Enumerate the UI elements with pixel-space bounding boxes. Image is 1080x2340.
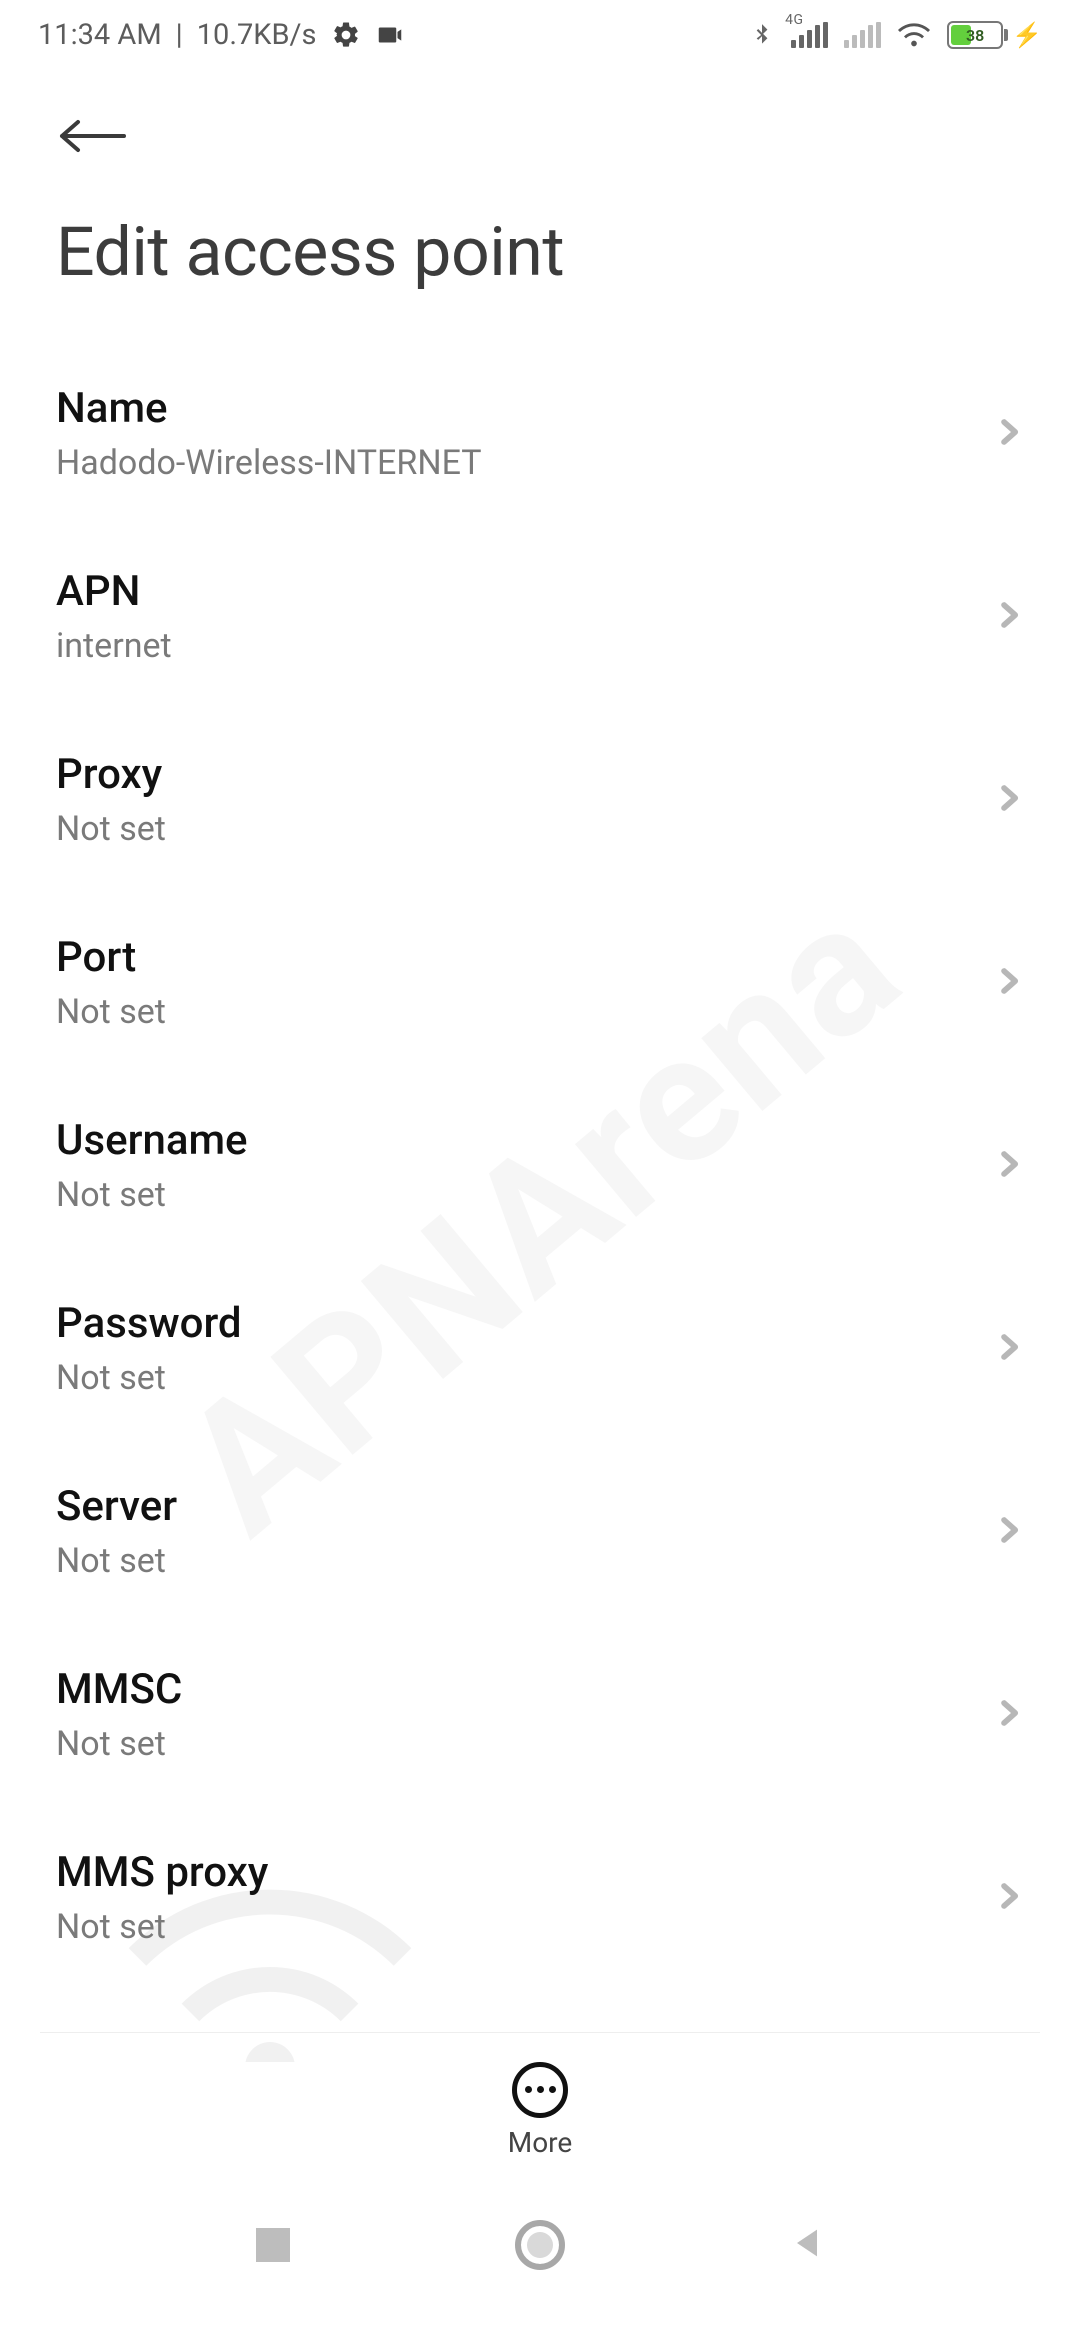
setting-value: Not set — [56, 1358, 242, 1398]
navigation-bar — [0, 2180, 1080, 2340]
setting-value: Not set — [56, 1541, 177, 1581]
chevron-right-icon — [994, 783, 1024, 817]
setting-value: Not set — [56, 1724, 182, 1764]
back-button[interactable] — [56, 112, 1024, 164]
network-label: 4G — [785, 12, 803, 28]
signal-nosim-icon — [844, 22, 881, 48]
chevron-right-icon — [994, 1332, 1024, 1366]
setting-label: Server — [56, 1482, 177, 1531]
back-nav-button[interactable] — [777, 2215, 837, 2275]
setting-value: Not set — [56, 1175, 248, 1215]
page-title: Edit access point — [0, 174, 1080, 322]
home-button[interactable] — [510, 2215, 570, 2275]
setting-row-password[interactable]: Password Not set — [0, 1257, 1080, 1440]
setting-value: internet — [56, 626, 172, 666]
top-bar — [0, 70, 1080, 174]
more-area: More — [0, 2040, 1080, 2180]
setting-row-server[interactable]: Server Not set — [0, 1440, 1080, 1623]
setting-value: Hadodo-Wireless-INTERNET — [56, 443, 482, 483]
setting-label: Name — [56, 384, 482, 433]
setting-row-mms-proxy[interactable]: MMS proxy Not set — [0, 1806, 1080, 1989]
status-left: 11:34 AM | 10.7KB/s — [38, 18, 405, 52]
status-right: 4G 38 ⚡ — [749, 18, 1042, 52]
setting-label: Proxy — [56, 750, 166, 799]
setting-row-port[interactable]: Port Not set — [0, 891, 1080, 1074]
chevron-right-icon — [994, 1881, 1024, 1915]
signal-4g-icon: 4G — [791, 22, 828, 48]
setting-row-apn[interactable]: APN internet — [0, 525, 1080, 708]
setting-label: APN — [56, 567, 172, 616]
recent-apps-button[interactable] — [243, 2215, 303, 2275]
chevron-right-icon — [994, 600, 1024, 634]
more-label: More — [508, 2126, 573, 2159]
setting-row-name[interactable]: Name Hadodo-Wireless-INTERNET — [0, 342, 1080, 525]
more-button[interactable] — [512, 2062, 568, 2118]
divider — [40, 2032, 1040, 2033]
setting-label: MMS proxy — [56, 1848, 268, 1897]
setting-value: Not set — [56, 1907, 268, 1947]
bluetooth-icon — [749, 22, 775, 48]
setting-row-username[interactable]: Username Not set — [0, 1074, 1080, 1257]
battery-percent: 38 — [949, 26, 1001, 45]
status-time: 11:34 AM — [38, 18, 162, 52]
chevron-right-icon — [994, 1515, 1024, 1549]
battery-icon: 38 ⚡ — [947, 21, 1042, 49]
status-bar: 11:34 AM | 10.7KB/s 4G 38 ⚡ — [0, 0, 1080, 70]
chevron-right-icon — [994, 1149, 1024, 1183]
chevron-right-icon — [994, 966, 1024, 1000]
setting-value: Not set — [56, 809, 166, 849]
setting-label: Username — [56, 1116, 248, 1165]
camera-icon — [375, 20, 405, 50]
gear-icon — [331, 20, 361, 50]
setting-label: MMSC — [56, 1665, 182, 1714]
charging-icon: ⚡ — [1012, 21, 1042, 49]
chevron-right-icon — [994, 1698, 1024, 1732]
status-speed: 10.7KB/s — [197, 18, 317, 52]
status-separator: | — [176, 18, 183, 52]
setting-row-mmsc[interactable]: MMSC Not set — [0, 1623, 1080, 1806]
wifi-icon — [897, 18, 931, 52]
setting-label: Password — [56, 1299, 242, 1348]
settings-list: APNArena Name Hadodo-Wireless-INTERNET A… — [0, 322, 1080, 2062]
setting-row-proxy[interactable]: Proxy Not set — [0, 708, 1080, 891]
setting-value: Not set — [56, 992, 166, 1032]
chevron-right-icon — [994, 417, 1024, 451]
setting-label: Port — [56, 933, 166, 982]
